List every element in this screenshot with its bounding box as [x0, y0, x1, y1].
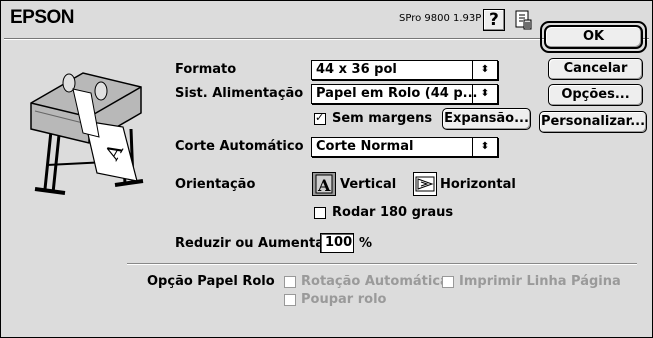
feed-select[interactable]: Papel em Rolo (44 p... ⬍ — [311, 84, 498, 104]
ok-button[interactable]: OK — [544, 25, 643, 49]
auto-rotate-label: Rotação Automática — [301, 274, 449, 289]
roll-options-title: Opção Papel Rolo — [147, 274, 275, 289]
help-button[interactable]: ? — [483, 9, 505, 31]
cut-label: Corte Automático — [175, 139, 304, 154]
chevron-updown-icon: ⬍ — [472, 138, 497, 156]
scale-label: Reduzir ou Aumentar — [175, 236, 331, 251]
chevron-updown-icon: ⬍ — [472, 61, 497, 79]
landscape-orientation-icon[interactable] — [413, 172, 437, 196]
save-roll-checkbox[interactable] — [284, 294, 296, 306]
format-label: Formato — [175, 62, 237, 77]
cancel-button[interactable]: Cancelar — [548, 58, 643, 80]
orientation-label: Orientação — [175, 177, 256, 192]
save-roll-label: Poupar rolo — [301, 292, 387, 307]
expansion-button[interactable]: Expansão... — [442, 108, 531, 130]
svg-text:A: A — [317, 176, 331, 195]
borderless-label: Sem margens — [332, 111, 433, 126]
printer-illustration: A — [25, 61, 153, 201]
brand-logo: EPSON — [10, 7, 75, 28]
rotate-180-checkbox[interactable] — [314, 207, 326, 219]
chevron-updown-icon: ⬍ — [472, 85, 497, 103]
feed-value: Papel em Rolo (44 p... — [316, 86, 478, 101]
feed-label: Sist. Alimentação — [175, 86, 304, 101]
horizontal-label[interactable]: Horizontal — [440, 177, 516, 193]
vertical-label[interactable]: Vertical — [340, 177, 396, 193]
document-info-icon[interactable] — [512, 9, 534, 31]
format-select[interactable]: 44 x 36 pol ⬍ — [311, 60, 498, 80]
cut-select[interactable]: Corte Normal ⬍ — [311, 137, 498, 157]
borderless-checkbox[interactable]: ✓ — [314, 111, 326, 125]
options-button[interactable]: Opções... — [548, 84, 643, 106]
scale-unit: % — [359, 236, 373, 251]
scale-input[interactable]: 100 — [320, 233, 354, 253]
auto-rotate-checkbox[interactable] — [284, 276, 296, 288]
cut-value: Corte Normal — [316, 139, 414, 154]
print-page-line-checkbox[interactable] — [442, 276, 454, 288]
rotate-180-label: Rodar 180 graus — [332, 205, 454, 220]
roll-options-divider — [127, 263, 637, 265]
portrait-orientation-icon[interactable]: A — [312, 172, 336, 196]
checkmark-icon: ✓ — [315, 111, 325, 124]
question-mark-icon: ? — [489, 10, 499, 30]
format-value: 44 x 36 pol — [316, 62, 397, 77]
print-page-line-label: Imprimir Linha Página — [459, 274, 621, 289]
customize-button[interactable]: Personalizar... — [539, 111, 647, 133]
print-dialog: EPSON SPro 9800 1.93P ? A Formato 44 x 3… — [0, 0, 653, 338]
driver-version: SPro 9800 1.93P — [399, 13, 482, 24]
